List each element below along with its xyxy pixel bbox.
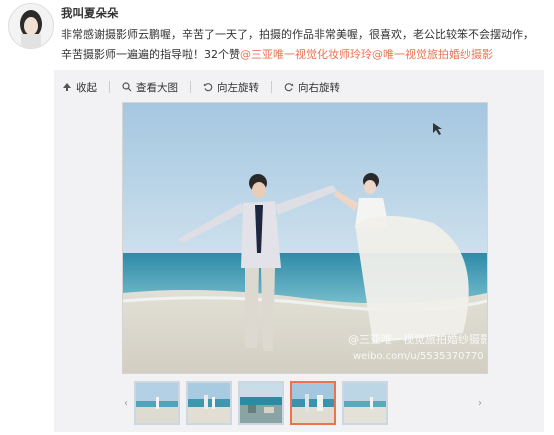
toolbar-separator [271,81,272,93]
thumb-prev[interactable]: ‹ [122,384,130,422]
wedding-photo: @三亚唯一视觉旅拍婚纱摄影 weibo.com/u/5535370770 [123,103,487,373]
rotate-left-label: 向左旋转 [217,81,259,94]
photo-watermark-url: weibo.com/u/5535370770 [353,351,484,362]
avatar[interactable] [8,3,54,49]
view-large-button[interactable]: 查看大图 [120,80,180,95]
post-line-2: 辛苦摄影师一遍遍的指导啦！32个赞 [61,48,240,61]
thumbnail-4[interactable] [290,381,336,425]
thumbnail-1[interactable] [134,381,180,425]
chevron-left-icon: ‹ [124,397,128,409]
main-photo[interactable]: @三亚唯一视觉旅拍婚纱摄影 weibo.com/u/5535370770 [122,102,488,374]
media-toolbar: 收起 查看大图 向左旋转 向右旋转 [60,70,342,104]
view-large-label: 查看大图 [136,81,178,94]
collect-icon [62,82,72,92]
rotate-right-icon [284,82,294,92]
thumb-next[interactable]: › [476,384,484,422]
rotate-right-label: 向右旋转 [298,81,340,94]
chevron-right-icon: › [478,397,482,409]
toolbar-separator [190,81,191,93]
collect-label: 收起 [76,81,97,94]
rotate-left-button[interactable]: 向左旋转 [201,80,261,95]
thumbnail-5[interactable] [342,381,388,425]
thumbnail-3[interactable] [238,381,284,425]
thumbnail-strip [134,381,388,425]
mention-link-2[interactable]: @唯一视觉旅拍婚纱摄影 [372,48,493,61]
magnifier-icon [122,82,132,92]
post-line-1: 非常感谢摄影师云鹏喔，辛苦了一天了，拍摄的作品非常美喔，很喜欢，老公比较笨不会摆… [61,28,534,41]
thumbnail-2[interactable] [186,381,232,425]
photo-watermark: @三亚唯一视觉旅拍婚纱摄影 [348,332,487,346]
rotate-left-icon [203,82,213,92]
rotate-right-button[interactable]: 向右旋转 [282,80,342,95]
mention-link-1[interactable]: @三亚唯一视觉化妆师玲玲 [240,48,372,61]
post-text: 非常感谢摄影师云鹏喔，辛苦了一天了，拍摄的作品非常美喔，很喜欢，老公比较笨不会摆… [61,25,541,65]
media-box: 收起 查看大图 向左旋转 向右旋转 @三亚唯一视觉旅拍婚纱摄影 weibo.co… [54,70,544,432]
toolbar-separator [109,81,110,93]
collect-button[interactable]: 收起 [60,80,99,95]
username[interactable]: 我叫夏朵朵 [61,5,119,21]
